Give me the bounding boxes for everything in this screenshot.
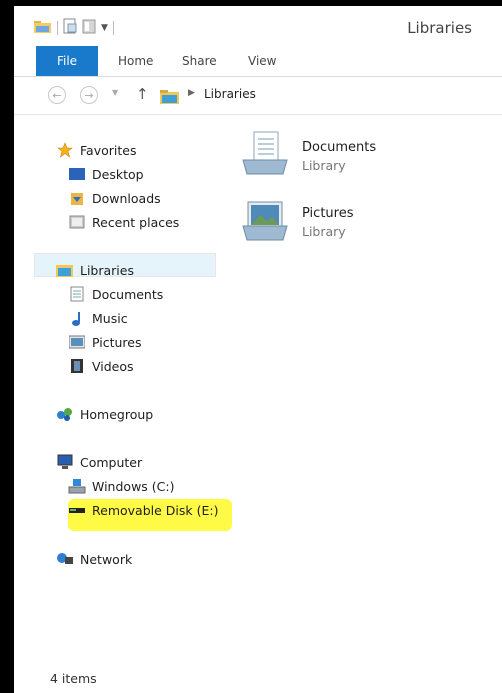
nav-favorites[interactable]: Favorites [56, 139, 136, 161]
nav-libraries[interactable]: Libraries [56, 259, 134, 281]
desktop-icon [68, 165, 86, 183]
nav-item-desktop[interactable]: Desktop [68, 163, 144, 185]
library-item-documents[interactable]: Documents Library [240, 130, 376, 183]
nav-item-label: Pictures [92, 334, 142, 350]
nav-homegroup-label: Homegroup [80, 406, 154, 422]
toolbar-separator [57, 20, 58, 35]
nav-item-downloads[interactable]: Downloads [68, 187, 161, 209]
folder-icon [34, 19, 52, 36]
nav-item-music[interactable]: Music [68, 307, 128, 329]
navigation-bar: ← → ▼ ↑ ▶ Libraries [14, 78, 502, 115]
back-arrow-icon: ← [52, 88, 62, 102]
breadcrumb-libraries[interactable]: Libraries [204, 87, 256, 101]
tab-home[interactable]: Home [118, 54, 153, 68]
tab-view[interactable]: View [248, 54, 276, 68]
downloads-icon [68, 189, 86, 207]
ribbon-tabs: File Home Share View [14, 46, 502, 77]
nav-item-pictures[interactable]: Pictures [68, 331, 142, 353]
nav-network-label: Network [80, 551, 133, 567]
nav-item-label: Desktop [92, 166, 144, 182]
pictures-icon [68, 333, 86, 351]
nav-item-windows-c[interactable]: Windows (C:) [68, 475, 174, 497]
nav-item-label: Videos [92, 358, 134, 374]
breadcrumb-separator-icon[interactable]: ▶ [188, 88, 195, 98]
nav-libraries-label: Libraries [80, 262, 134, 278]
libraries-icon [56, 261, 74, 279]
recent-locations-dropdown[interactable]: ▼ [112, 88, 118, 97]
network-icon [56, 550, 74, 568]
nav-item-removable-disk[interactable]: Removable Disk (E:) [68, 499, 218, 521]
properties-icon[interactable] [63, 18, 77, 37]
music-icon [68, 309, 86, 327]
navigation-pane: Favorites Desktop Downloads Recent place… [14, 114, 232, 664]
nav-item-label: Documents [92, 286, 164, 302]
library-item-text: Documents Library [302, 140, 376, 173]
library-item-name: Documents [302, 140, 377, 155]
drive-icon [68, 477, 86, 495]
forward-arrow-icon: → [84, 88, 94, 102]
nav-item-documents[interactable]: Documents [68, 283, 163, 305]
library-item-type: Library [302, 158, 346, 173]
window-title: Libraries [407, 19, 472, 37]
nav-network[interactable]: Network [56, 548, 132, 570]
library-item-text: Pictures Library [302, 206, 353, 239]
nav-favorites-label: Favorites [80, 142, 137, 158]
nav-computer[interactable]: Computer [56, 451, 142, 473]
customize-toolbar-icon[interactable]: ▼ [101, 23, 108, 33]
recent-places-icon [68, 213, 86, 231]
document-icon [68, 285, 86, 303]
nav-item-recent-places[interactable]: Recent places [68, 211, 179, 233]
nav-item-videos[interactable]: Videos [68, 355, 134, 377]
library-item-pictures[interactable]: Pictures Library [240, 196, 353, 249]
nav-item-label: Removable Disk (E:) [92, 502, 219, 518]
nav-item-label: Recent places [92, 214, 180, 230]
nav-item-label: Windows (C:) [92, 478, 175, 494]
documents-library-icon [240, 130, 290, 183]
up-button[interactable]: ↑ [136, 85, 149, 103]
library-item-name: Pictures [302, 206, 354, 221]
status-item-count: 4 items [50, 671, 97, 686]
new-folder-icon[interactable] [82, 18, 96, 37]
toolbar-separator [112, 20, 114, 35]
quick-access-toolbar: ▼ [34, 18, 114, 37]
computer-icon [56, 453, 74, 471]
tab-file[interactable]: File [36, 46, 98, 76]
back-button[interactable]: ← [48, 86, 66, 104]
pictures-library-icon [240, 196, 290, 249]
tab-share[interactable]: Share [182, 54, 217, 68]
title-bar: ▼ Libraries [14, 6, 502, 46]
nav-item-label: Music [92, 310, 128, 326]
removable-disk-icon [68, 501, 86, 519]
libraries-icon [160, 89, 180, 108]
nav-computer-label: Computer [80, 454, 143, 470]
library-item-type: Library [302, 224, 346, 239]
nav-homegroup[interactable]: Homegroup [56, 403, 153, 425]
explorer-window: ▼ Libraries File Home Share View ← → ▼ ↑… [14, 6, 502, 693]
star-icon [56, 141, 74, 159]
nav-item-label: Downloads [92, 190, 161, 206]
homegroup-icon [56, 405, 74, 423]
videos-icon [68, 357, 86, 375]
forward-button[interactable]: → [80, 86, 98, 104]
